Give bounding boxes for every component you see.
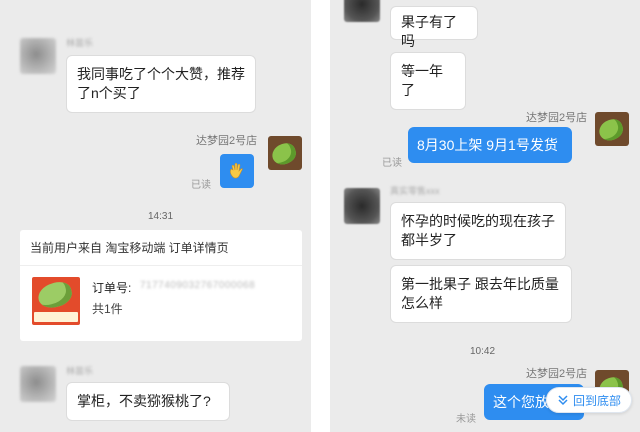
chat-panel-right[interactable]: 果子有了吗 等一年了 达梦园2号店 8月30上架 9月1号发货 已读 真实零售x… [330,0,640,432]
store-avatar[interactable] [268,136,302,170]
order-item-count: 共1件 [92,302,123,316]
read-status: 已读 [191,180,211,191]
double-chevron-down-icon [558,395,568,406]
timestamp: 10:42 [470,346,496,357]
message-bubble: 第一批果子 跟去年比质量怎么样 [390,265,572,323]
customer-avatar[interactable] [344,188,380,224]
customer-avatar[interactable] [344,0,380,22]
timestamp: 14:31 [148,211,174,222]
store-name: 达梦园2号店 [526,368,588,380]
sender-name: 林苗乐 [66,38,94,48]
order-number-value: 7177409032767000068 [140,280,256,291]
sender-name: 真实零售xxx [390,186,440,196]
message-bubble: 我同事吃了个个大赞，推荐了n个买了 [66,55,256,113]
order-number-label: 订单号: [92,281,132,295]
store-name: 达梦园2号店 [526,112,588,124]
message-bubble: 怀孕的时候吃的现在孩子都半岁了 [390,202,566,260]
customer-avatar[interactable] [20,366,56,402]
product-thumbnail[interactable] [32,277,80,325]
back-to-bottom-label: 回到底部 [572,393,621,408]
chat-panel-left[interactable]: 林苗乐 我同事吃了个个大赞，推荐了n个买了 达梦园2号店 已读 14:31 当前… [0,0,311,432]
store-avatar[interactable] [595,112,629,146]
read-status: 已读 [382,158,402,169]
customer-avatar[interactable] [20,38,56,74]
unread-status: 未读 [456,414,476,425]
emoji-message [220,154,254,188]
store-name: 达梦园2号店 [196,135,258,147]
message-bubble: 等一年了 [390,52,466,110]
hand-wave-icon [230,162,243,179]
order-card-header: 当前用户来自 淘宝移动端 订单详情页 [20,230,302,266]
message-bubble: 8月30上架 9月1号发货 [408,127,572,163]
message-bubble: 果子有了吗 [390,6,478,49]
back-to-bottom-button[interactable]: 回到底部 [545,387,632,413]
message-bubble: 掌柜，不卖猕猴桃了? [66,382,230,421]
sender-name: 林苗乐 [66,366,94,376]
order-card[interactable]: 当前用户来自 淘宝移动端 订单详情页 订单号: 7177409032767000… [20,230,302,341]
